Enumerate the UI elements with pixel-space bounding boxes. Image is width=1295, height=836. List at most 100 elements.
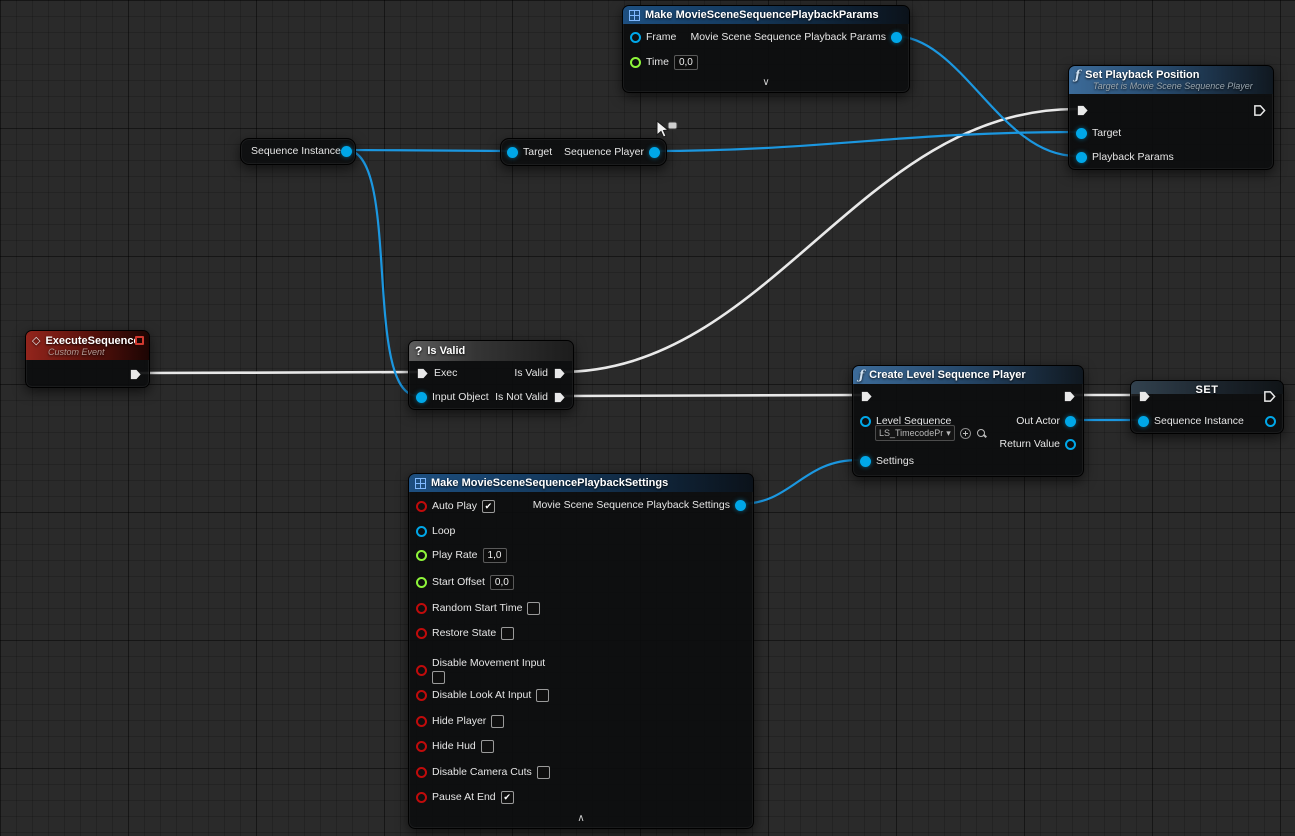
node-header[interactable]: Make MovieSceneSequencePlaybackSettings (409, 474, 753, 492)
pin-label: Sequence Player (564, 146, 644, 158)
sequence-player-output-pin[interactable] (649, 147, 660, 158)
make-struct-icon (415, 478, 426, 489)
hide-player-pin[interactable] (416, 716, 427, 727)
playback-settings-output-pin[interactable] (735, 500, 746, 511)
hide-hud-pin[interactable] (416, 741, 427, 752)
exec-out-pin[interactable] (1063, 390, 1076, 403)
pin-label: Movie Scene Sequence Playback Params (690, 31, 886, 43)
asset-picker-dropdown[interactable]: LS_TimecodePr ▾ (875, 425, 955, 441)
make-struct-icon (629, 10, 640, 21)
asset-name: LS_TimecodePr (879, 428, 943, 438)
exec-in-pin[interactable] (1138, 390, 1151, 403)
loop-pin[interactable] (416, 526, 427, 537)
disable-movement-input-checkbox[interactable] (432, 671, 445, 684)
start-offset-pin[interactable] (416, 577, 427, 588)
exec-out-pin[interactable] (1253, 104, 1266, 117)
random-start-time-pin[interactable] (416, 603, 427, 614)
wire-data-player-to-setplayback-target[interactable] (652, 132, 1076, 151)
collapse-pins-chevron[interactable]: ∧ (409, 814, 753, 824)
node-get-sequence-player[interactable]: Target Sequence Player (500, 138, 667, 166)
node-header[interactable]: ◇ ExecuteSequence Custom Event (26, 331, 149, 360)
disable-camera-cuts-pin[interactable] (416, 767, 427, 778)
node-set-playback-position[interactable]: ƒ Set Playback Position Target is Movie … (1068, 65, 1274, 170)
node-create-level-sequence-player[interactable]: ƒ Create Level Sequence Player Level Seq… (852, 365, 1084, 477)
is-not-valid-exec-out-pin[interactable] (553, 391, 566, 404)
time-value-field[interactable]: 0,0 (674, 55, 698, 70)
pause-at-end-checkbox[interactable]: ✔ (501, 791, 514, 804)
node-title: Is Valid (427, 345, 465, 357)
auto-play-checkbox[interactable]: ✔ (482, 500, 495, 513)
node-make-playback-settings[interactable]: Make MovieSceneSequencePlaybackSettings … (408, 473, 754, 829)
node-title: Set Playback Position (1085, 69, 1199, 81)
dropdown-arrow-icon: ▾ (946, 428, 951, 439)
question-icon: ? (415, 344, 422, 358)
node-header[interactable]: Make MovieSceneSequencePlaybackParams (623, 6, 909, 24)
exec-out-pin[interactable] (1263, 390, 1276, 403)
playback-params-output-pin[interactable] (891, 32, 902, 43)
pin-label: Movie Scene Sequence Playback Settings (533, 499, 730, 511)
target-pin[interactable] (507, 147, 518, 158)
input-object-pin[interactable] (416, 392, 427, 403)
disable-look-at-input-checkbox[interactable] (536, 689, 549, 702)
disable-look-at-input-pin[interactable] (416, 690, 427, 701)
node-is-valid[interactable]: ? Is Valid Exec Is Valid Input Object Is… (408, 340, 574, 410)
expand-pins-chevron[interactable]: ∨ (623, 78, 909, 88)
pin-label: Pause At End (432, 791, 496, 803)
blueprint-canvas[interactable]: { "colors": { "exec_wire": "#e9e9e9", "d… (0, 0, 1295, 836)
settings-pin[interactable] (860, 456, 871, 467)
exec-in-pin[interactable] (860, 390, 873, 403)
random-start-time-checkbox[interactable] (527, 602, 540, 615)
node-subtitle: Custom Event (48, 347, 141, 357)
use-selected-asset-icon[interactable] (960, 428, 971, 439)
value-output-pin[interactable] (1265, 416, 1276, 427)
disable-camera-cuts-checkbox[interactable] (537, 766, 550, 779)
frame-pin[interactable] (630, 32, 641, 43)
node-get-sequence-instance[interactable]: Sequence Instance (240, 138, 356, 165)
pin-label: Disable Movement Input (432, 657, 545, 669)
mouse-cursor-icon (655, 120, 679, 140)
pause-at-end-pin[interactable] (416, 792, 427, 803)
out-actor-pin[interactable] (1065, 416, 1076, 427)
pin-label: Exec (434, 367, 457, 379)
restore-state-pin[interactable] (416, 628, 427, 639)
node-header[interactable]: ? Is Valid (409, 341, 573, 361)
exec-out-pin[interactable] (129, 368, 142, 381)
wire-exec-event-to-isvalid[interactable] (138, 372, 416, 373)
node-title: Make MovieSceneSequencePlaybackParams (645, 9, 879, 21)
pin-label: Is Valid (514, 367, 548, 379)
time-pin[interactable] (630, 57, 641, 68)
restore-state-checkbox[interactable] (501, 627, 514, 640)
target-pin[interactable] (1076, 128, 1087, 139)
node-set-sequence-instance[interactable]: SET Sequence Instance (1130, 380, 1284, 434)
is-valid-exec-out-pin[interactable] (553, 367, 566, 380)
pin-label: Random Start Time (432, 602, 522, 614)
return-value-pin[interactable] (1065, 439, 1076, 450)
level-sequence-pin[interactable] (860, 416, 871, 427)
node-header[interactable]: ƒ Set Playback Position Target is Movie … (1069, 66, 1273, 94)
node-make-playback-params[interactable]: Make MovieSceneSequencePlaybackParams Fr… (622, 5, 910, 93)
node-header[interactable]: ƒ Create Level Sequence Player (853, 366, 1083, 384)
node-execute-sequence-event[interactable]: ◇ ExecuteSequence Custom Event (25, 330, 150, 388)
variable-label: Sequence Instance (251, 145, 341, 157)
wire-exec-isnotvalid-to-create[interactable] (560, 395, 860, 396)
play-rate-field[interactable]: 1,0 (483, 548, 507, 563)
browse-to-asset-icon[interactable] (976, 428, 987, 439)
start-offset-field[interactable]: 0,0 (490, 575, 514, 590)
hide-player-checkbox[interactable] (491, 715, 504, 728)
disable-movement-input-pin[interactable] (416, 665, 427, 676)
auto-play-pin[interactable] (416, 501, 427, 512)
play-rate-pin[interactable] (416, 550, 427, 561)
playback-params-pin[interactable] (1076, 152, 1087, 163)
pin-label: Out Actor (1016, 415, 1060, 427)
wire-data-settings-to-create-settings[interactable] (740, 460, 858, 504)
wire-data-params-to-playbackparams[interactable] (894, 36, 1076, 156)
delegate-pin[interactable] (135, 336, 144, 345)
hide-hud-checkbox[interactable] (481, 740, 494, 753)
pin-label: Target (523, 146, 552, 158)
sequence-instance-output-pin[interactable] (341, 146, 352, 157)
event-icon: ◇ (32, 334, 40, 347)
exec-in-pin[interactable] (416, 367, 429, 380)
wire-data-seqinstance-to-player-target[interactable] (346, 150, 508, 151)
sequence-instance-input-pin[interactable] (1138, 416, 1149, 427)
exec-in-pin[interactable] (1076, 104, 1089, 117)
